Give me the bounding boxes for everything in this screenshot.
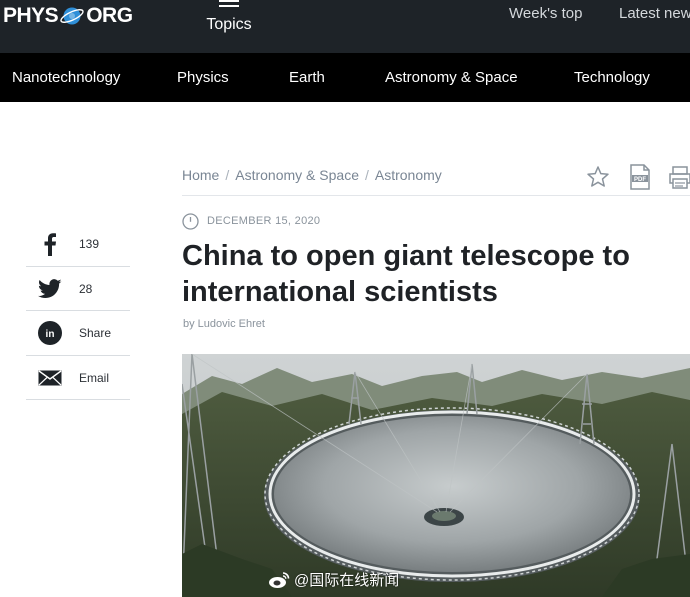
pdf-icon[interactable]: PDF — [628, 164, 652, 190]
breadcrumb-home[interactable]: Home — [182, 167, 219, 183]
weibo-icon — [269, 571, 290, 588]
clock-icon — [182, 212, 199, 230]
breadcrumb-divider — [182, 195, 690, 196]
site-header: PHYS ORG Topics Week's top Latest news — [0, 0, 690, 53]
twitter-share-count: 28 — [79, 281, 93, 296]
svg-text:in: in — [46, 329, 55, 340]
breadcrumb-astronomy[interactable]: Astronomy — [375, 167, 442, 183]
breadcrumb: Home / Astronomy & Space / Astronomy — [182, 167, 442, 183]
article-title: China to open giant telescope to interna… — [182, 240, 630, 308]
linkedin-share-label: Share — [79, 326, 112, 340]
svg-text:PDF: PDF — [634, 177, 646, 183]
globe-logo-icon — [60, 7, 84, 25]
share-facebook-button[interactable]: 139 — [26, 222, 130, 267]
photo-caption-text: @国际在线新闻 — [294, 572, 400, 589]
logo-text-left: PHYS — [3, 4, 59, 27]
nav-item-nanotechnology[interactable]: Nanotechnology — [12, 69, 120, 86]
logo-text-right: ORG — [86, 4, 133, 27]
hamburger-icon — [219, 0, 239, 8]
share-linkedin-button[interactable]: in Share — [26, 311, 130, 356]
article-hero-image — [182, 354, 690, 597]
nav-item-physics[interactable]: Physics — [177, 69, 229, 86]
email-share-label: Email — [79, 370, 110, 385]
category-nav: Nanotechnology Physics Earth Astronomy &… — [0, 53, 690, 102]
facebook-share-count: 139 — [79, 237, 100, 251]
nav-item-earth[interactable]: Earth — [289, 69, 325, 86]
breadcrumb-separator: / — [364, 167, 369, 183]
article-author[interactable]: by Ludovic Ehret — [183, 318, 265, 330]
nav-item-astronomy-space[interactable]: Astronomy & Space — [385, 69, 518, 86]
print-icon[interactable] — [668, 164, 690, 190]
latest-news-link[interactable]: Latest news — [619, 5, 690, 22]
share-email-button[interactable]: Email — [26, 356, 130, 400]
facebook-icon — [38, 232, 62, 256]
weeks-top-link[interactable]: Week's top — [509, 5, 582, 22]
telescope-photo — [182, 354, 690, 597]
article-date-text: DECEMBER 15, 2020 — [207, 215, 321, 227]
topics-menu-button[interactable]: Topics — [205, 0, 253, 40]
share-twitter-button[interactable]: 28 — [26, 267, 130, 311]
site-logo[interactable]: PHYS ORG — [3, 3, 133, 29]
linkedin-icon: in — [38, 321, 62, 345]
twitter-icon — [38, 277, 62, 301]
star-icon[interactable] — [586, 164, 610, 190]
email-icon — [38, 366, 62, 390]
breadcrumb-separator: / — [225, 167, 230, 183]
article-date: DECEMBER 15, 2020 — [182, 212, 321, 230]
nav-item-technology[interactable]: Technology — [574, 69, 650, 86]
photo-caption: @国际在线新闻 — [268, 569, 399, 590]
breadcrumb-astronomy-space[interactable]: Astronomy & Space — [235, 167, 359, 183]
share-sidebar: 139 28 in Share Email — [26, 222, 130, 400]
topics-label: Topics — [206, 16, 252, 33]
